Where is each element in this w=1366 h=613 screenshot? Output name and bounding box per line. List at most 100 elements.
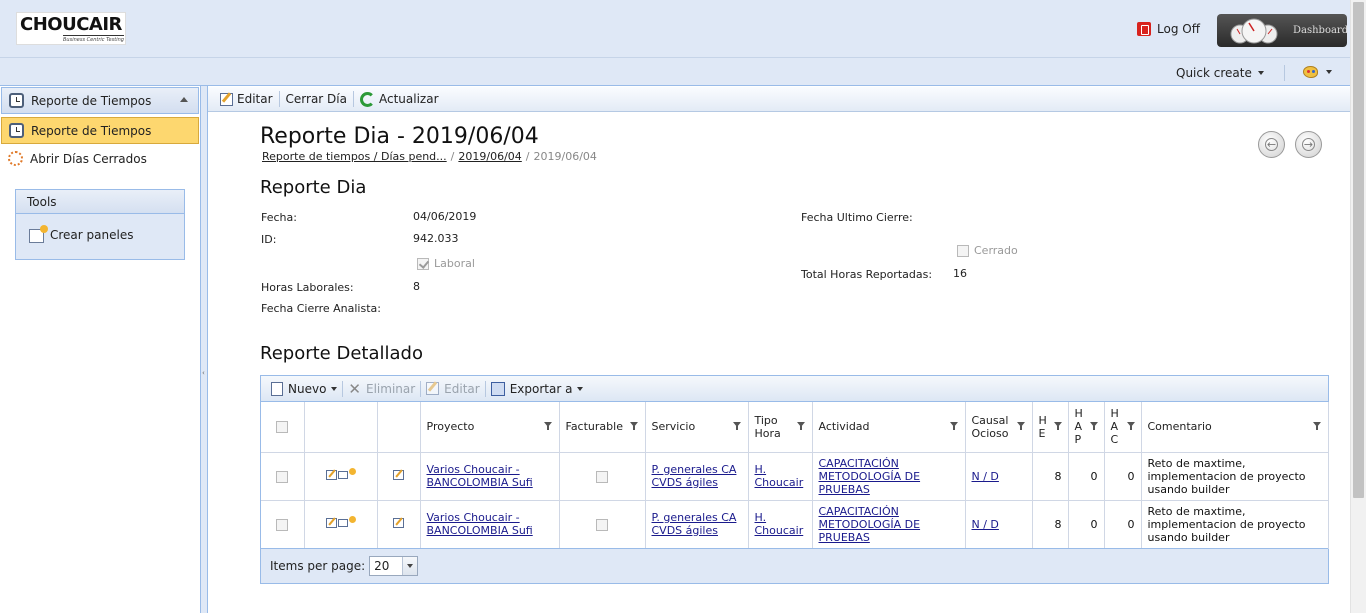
column-facturable[interactable]: Facturable xyxy=(559,402,646,453)
servicio-link[interactable]: P. generales CA CVDS ágiles xyxy=(652,463,737,489)
column-servicio[interactable]: Servicio xyxy=(645,402,749,453)
column-hap[interactable]: H A P xyxy=(1068,402,1105,453)
filter-icon[interactable] xyxy=(543,422,552,430)
filter-icon[interactable] xyxy=(1312,422,1321,430)
tipo-hora-link[interactable]: H. Choucair xyxy=(755,463,804,489)
row-checkbox[interactable] xyxy=(276,470,289,483)
column-label: Facturable xyxy=(565,420,623,434)
breadcrumb-link-reporte[interactable]: Reporte de tiempos / Días pend... xyxy=(262,150,447,163)
filter-icon[interactable] xyxy=(629,422,638,430)
tools-title: Tools xyxy=(16,190,184,214)
servicio-link[interactable]: P. generales CA CVDS ágiles xyxy=(652,511,737,537)
refresh-button[interactable]: Actualizar xyxy=(355,91,444,107)
chevron-down-icon xyxy=(1326,70,1332,74)
exportar-button[interactable]: Exportar a xyxy=(487,381,588,396)
toolbar-separator xyxy=(278,91,280,107)
actividad-link[interactable]: CAPACITACIÓN METODOLOGÍA DE PRUEBAS xyxy=(819,457,921,496)
cerrado-check xyxy=(957,244,969,257)
page-scrollbar[interactable] xyxy=(1350,0,1366,613)
quick-create-menu[interactable]: Quick create xyxy=(1176,66,1264,80)
sidebar-splitter[interactable]: ‹ xyxy=(201,86,208,613)
cell-tipo-hora: H. Choucair xyxy=(748,500,813,549)
detalle-grid: Nuevo ✕ Eliminar Editar Exportar a Proye… xyxy=(260,375,1329,584)
row-actions-icon[interactable] xyxy=(325,468,356,480)
causal-ocioso-link[interactable]: N / D xyxy=(972,518,999,531)
breadcrumb-link-date[interactable]: 2019/06/04 xyxy=(458,150,521,163)
previous-record-button[interactable]: ← xyxy=(1258,131,1285,158)
filter-icon[interactable] xyxy=(796,422,805,430)
eliminar-button[interactable]: ✕ Eliminar xyxy=(344,381,419,396)
edit-button[interactable]: Editar xyxy=(215,92,278,106)
column-label: Causal Ocioso xyxy=(971,413,1009,440)
select-all-checkbox[interactable] xyxy=(276,421,289,434)
sidebar-group-header[interactable]: Reporte de Tiempos xyxy=(1,87,199,114)
column-label: Servicio xyxy=(651,420,696,434)
sidebar-item-reporte-de-tiempos[interactable]: Reporte de Tiempos xyxy=(1,117,199,144)
column-actividad[interactable]: Actividad xyxy=(812,402,966,453)
logoff-button[interactable]: Log Off xyxy=(1137,22,1200,36)
speedometer-icon xyxy=(1230,18,1278,44)
chevron-down-icon[interactable] xyxy=(402,557,418,575)
arrow-left-icon: ← xyxy=(1265,138,1278,151)
chevron-up-icon[interactable] xyxy=(180,97,188,102)
column-hac[interactable]: H A C xyxy=(1104,402,1142,453)
column-label: Proyecto xyxy=(426,420,475,434)
select-all-header xyxy=(261,402,305,453)
filter-icon[interactable] xyxy=(1053,422,1062,430)
nuevo-button[interactable]: Nuevo xyxy=(267,381,341,396)
dashboard-button[interactable]: Dashboard xyxy=(1217,14,1349,47)
id-value: 942.033 xyxy=(413,232,459,245)
edit-icon[interactable] xyxy=(393,469,404,480)
column-label: H A C xyxy=(1110,407,1119,447)
filter-icon[interactable] xyxy=(732,422,741,430)
total-horas-label: Total Horas Reportadas: xyxy=(801,268,933,281)
column-proyecto[interactable]: Proyecto xyxy=(420,402,560,453)
column-tipo-hora[interactable]: Tipo Hora xyxy=(748,402,813,453)
facturable-checkbox xyxy=(596,470,608,483)
fecha-ultimo-cierre-label: Fecha Ultimo Cierre: xyxy=(801,211,913,224)
items-per-page-label: Items per page: xyxy=(270,559,366,573)
breadcrumb-separator: / xyxy=(525,150,530,163)
chevron-down-icon xyxy=(1257,71,1264,75)
causal-ocioso-link[interactable]: N / D xyxy=(972,470,999,483)
logoff-icon xyxy=(1137,22,1151,36)
crear-paneles-link[interactable]: Crear paneles xyxy=(16,214,184,259)
collapse-arrow-icon[interactable]: ‹ xyxy=(202,370,206,377)
column-label: Comentario xyxy=(1147,420,1212,434)
filter-icon[interactable] xyxy=(949,422,958,430)
sidebar-group-title: Reporte de Tiempos xyxy=(31,93,152,108)
main-toolbar: Editar Cerrar Día Actualizar xyxy=(208,87,1350,112)
sidebar-item-abrir-dias-cerrados[interactable]: Abrir Días Cerrados xyxy=(1,145,199,172)
column-comentario[interactable]: Comentario xyxy=(1141,402,1329,453)
next-record-button[interactable]: → xyxy=(1295,131,1322,158)
export-icon xyxy=(490,381,505,396)
dashboard-label: Dashboard xyxy=(1293,25,1349,36)
filter-icon[interactable] xyxy=(1126,422,1135,430)
tipo-hora-link[interactable]: H. Choucair xyxy=(755,511,804,537)
edit-icon[interactable] xyxy=(393,517,404,528)
toolbar-separator xyxy=(352,91,354,107)
grid-pager: Items per page: 20 xyxy=(261,548,1328,583)
column-causal-ocioso[interactable]: Causal Ocioso xyxy=(965,402,1033,453)
proyecto-link[interactable]: Varios Choucair - BANCOLOMBIA Sufi xyxy=(427,463,533,489)
filter-icon[interactable] xyxy=(1016,422,1025,430)
table-row[interactable]: Varios Choucair - BANCOLOMBIA Sufi P. ge… xyxy=(261,452,1329,501)
table-row[interactable]: Varios Choucair - BANCOLOMBIA Sufi P. ge… xyxy=(261,500,1329,549)
edit-header xyxy=(377,402,421,453)
theme-menu[interactable] xyxy=(1303,66,1332,78)
column-label: H A P xyxy=(1074,407,1083,447)
column-he[interactable]: H E xyxy=(1032,402,1069,453)
proyecto-link[interactable]: Varios Choucair - BANCOLOMBIA Sufi xyxy=(427,511,533,537)
close-day-button[interactable]: Cerrar Día xyxy=(281,92,352,106)
row-checkbox[interactable] xyxy=(276,518,289,531)
grid-editar-button[interactable]: Editar xyxy=(422,382,484,396)
choucair-logo[interactable]: CHOUCAIR Business Centric Testing xyxy=(16,12,126,45)
tools-panel: Tools Crear paneles xyxy=(15,189,185,260)
crear-paneles-label: Crear paneles xyxy=(50,228,134,242)
items-per-page-select[interactable]: 20 xyxy=(369,556,419,576)
actividad-link[interactable]: CAPACITACIÓN METODOLOGÍA DE PRUEBAS xyxy=(819,505,921,544)
toolbar-separator xyxy=(342,380,344,397)
scrollbar-thumb[interactable] xyxy=(1353,2,1364,498)
row-actions-icon[interactable] xyxy=(325,516,356,528)
filter-icon[interactable] xyxy=(1089,422,1098,430)
